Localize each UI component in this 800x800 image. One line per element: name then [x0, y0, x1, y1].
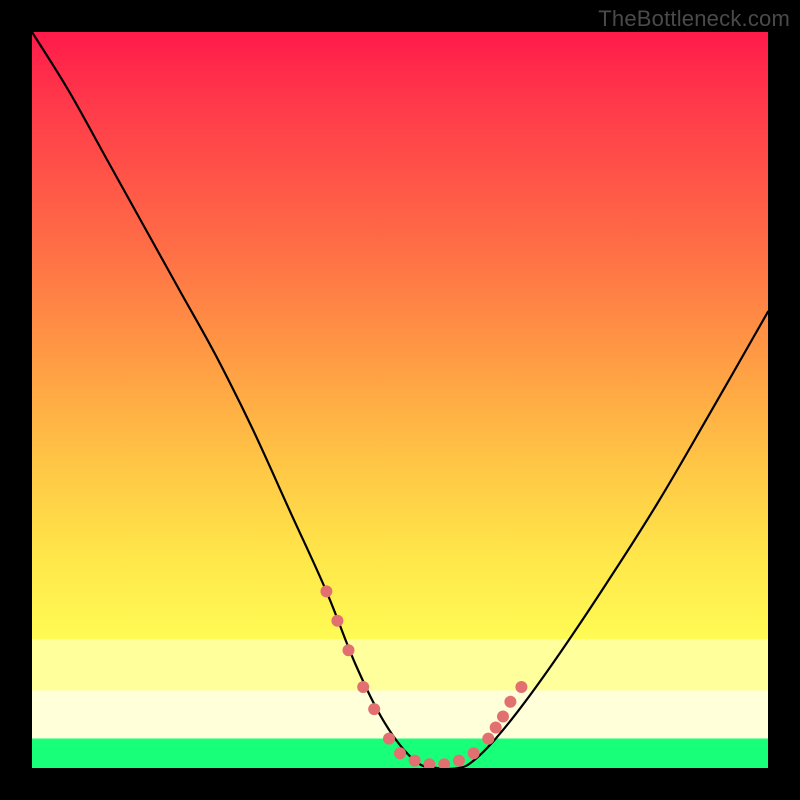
marker-point [343, 644, 355, 656]
plot-area [32, 32, 768, 768]
marker-point [423, 758, 435, 768]
watermark-text: TheBottleneck.com [598, 6, 790, 32]
marker-point [357, 681, 369, 693]
curve-layer [32, 32, 768, 768]
marker-point [515, 681, 527, 693]
marker-point [453, 755, 465, 767]
marker-point [490, 722, 502, 734]
marker-point [320, 585, 332, 597]
marker-point [468, 747, 480, 759]
marker-point [504, 696, 516, 708]
marker-point [409, 755, 421, 767]
chart-frame: TheBottleneck.com [0, 0, 800, 800]
highlight-markers [320, 585, 527, 768]
bottleneck-curve [32, 32, 768, 768]
marker-point [368, 703, 380, 715]
marker-point [394, 747, 406, 759]
marker-point [438, 758, 450, 768]
marker-point [383, 733, 395, 745]
marker-point [482, 733, 494, 745]
marker-point [331, 615, 343, 627]
marker-point [497, 711, 509, 723]
